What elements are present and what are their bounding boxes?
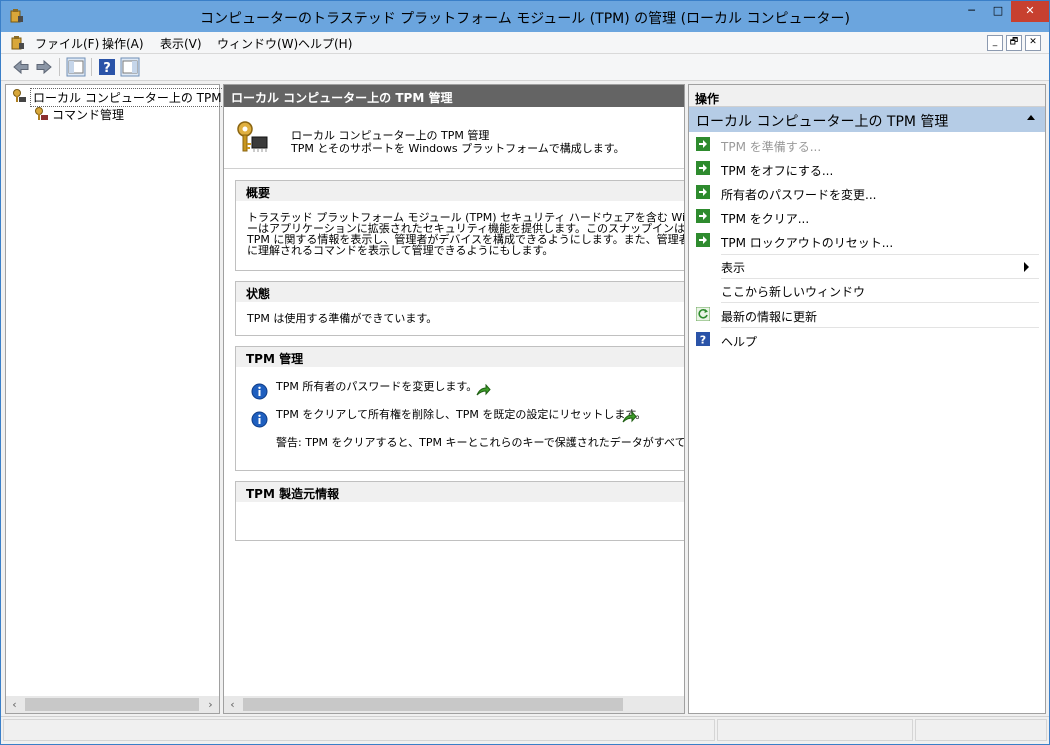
actions-pane: 操作 ローカル コンピューター上の TPM 管理 TPM を準備する... TP… bbox=[688, 84, 1046, 714]
action-help[interactable]: ? ヘルプ bbox=[689, 328, 1039, 352]
action-refresh[interactable]: 最新の情報に更新 bbox=[689, 303, 1039, 327]
action-label: TPM をオフにする... bbox=[721, 164, 834, 178]
action-arrow-icon bbox=[696, 185, 710, 199]
menu-bar: ファイル(F) 操作(A) 表示(V) ウィンドウ(W) ヘルプ(H) _ 🗗 … bbox=[1, 32, 1049, 54]
scroll-right-arrow[interactable]: › bbox=[202, 696, 219, 713]
toolbar: ? bbox=[1, 54, 1049, 81]
clear-tpm-text: TPM をクリアして所有権を削除し、TPM を既定の設定にリセットします。 bbox=[276, 408, 647, 421]
info-icon bbox=[251, 383, 268, 400]
action-label: 最新の情報に更新 bbox=[721, 310, 818, 324]
command-management-icon bbox=[35, 107, 48, 120]
action-arrow-icon bbox=[696, 161, 710, 175]
back-icon[interactable] bbox=[11, 57, 31, 77]
tpm-management-section: TPM 管理 TPM 所有者のパスワードを変更します。 TPM をクリアして所有… bbox=[235, 346, 685, 471]
tpm-key-chip-icon bbox=[237, 121, 268, 152]
actions-title: 操作 bbox=[689, 85, 1045, 107]
action-label: 所有者のパスワードを変更... bbox=[721, 188, 877, 202]
scroll-thumb[interactable] bbox=[25, 698, 199, 711]
toolbar-separator bbox=[91, 58, 92, 76]
action-label: ここから新しいウィンドウ bbox=[721, 285, 866, 299]
submenu-arrow-icon bbox=[1024, 262, 1029, 272]
menu-view[interactable]: 表示(V) bbox=[160, 35, 202, 52]
help-icon: ? bbox=[696, 332, 710, 346]
mdi-restore-button[interactable]: 🗗 bbox=[1006, 35, 1022, 51]
intro-description: TPM とそのサポートを Windows プラットフォームで構成します。 bbox=[291, 142, 625, 155]
clear-tpm-link-icon[interactable] bbox=[622, 411, 637, 424]
minimize-button[interactable]: ─ bbox=[958, 1, 985, 22]
change-password-text: TPM 所有者のパスワードを変更します。 bbox=[276, 380, 478, 393]
system-menu-icon[interactable] bbox=[10, 35, 26, 51]
scroll-left-arrow[interactable]: ‹ bbox=[224, 696, 241, 713]
action-label: TPM を準備する... bbox=[721, 140, 822, 154]
action-prepare-tpm: TPM を準備する... bbox=[689, 133, 1039, 157]
maximize-button[interactable]: □ bbox=[985, 1, 1011, 22]
actions-group-header[interactable]: ローカル コンピューター上の TPM 管理 bbox=[689, 107, 1045, 132]
action-reset-lockout[interactable]: TPM ロックアウトのリセット... bbox=[689, 229, 1039, 253]
info-icon bbox=[251, 411, 268, 428]
section-heading: TPM 管理 bbox=[236, 347, 684, 367]
result-horizontal-scrollbar[interactable]: ‹ bbox=[224, 696, 684, 713]
section-heading: 状態 bbox=[236, 282, 684, 302]
tree-label: ローカル コンピューター上の TPM 管理 bbox=[30, 88, 253, 107]
collapse-caret-icon[interactable] bbox=[1027, 115, 1035, 120]
action-label: TPM をクリア... bbox=[721, 212, 810, 226]
action-label: TPM ロックアウトのリセット... bbox=[721, 236, 894, 250]
action-arrow-icon bbox=[696, 209, 710, 223]
intro-panel: ローカル コンピューター上の TPM 管理 TPM とそのサポートを Windo… bbox=[224, 107, 684, 169]
svg-text:?: ? bbox=[103, 61, 111, 76]
toolbar-separator bbox=[59, 58, 60, 76]
window-title: コンピューターのトラステッド プラットフォーム モジュール (TPM) の管理 … bbox=[200, 11, 850, 27]
change-password-link-icon[interactable] bbox=[476, 384, 491, 397]
close-button[interactable]: ✕ bbox=[1011, 1, 1049, 22]
mdi-minimize-button[interactable]: _ bbox=[987, 35, 1003, 51]
action-new-window[interactable]: ここから新しいウィンドウ bbox=[689, 278, 1039, 302]
status-cell bbox=[3, 719, 715, 741]
status-cell bbox=[717, 719, 913, 741]
section-heading: 概要 bbox=[236, 181, 684, 201]
mdi-close-button[interactable]: ✕ bbox=[1025, 35, 1041, 51]
show-hide-tree-icon[interactable] bbox=[66, 57, 86, 77]
status-cell bbox=[915, 719, 1047, 741]
menu-file[interactable]: ファイル(F) bbox=[35, 35, 99, 52]
actions-group-label: ローカル コンピューター上の TPM 管理 bbox=[696, 114, 949, 130]
console-tree-pane: ローカル コンピューター上の TPM 管理 コマンド管理 ‹ › bbox=[5, 84, 253, 714]
action-clear-tpm[interactable]: TPM をクリア... bbox=[689, 205, 1039, 229]
action-arrow-icon bbox=[696, 137, 710, 151]
menu-window[interactable]: ウィンドウ(W) bbox=[217, 35, 298, 52]
tree-horizontal-scrollbar[interactable]: ‹ › bbox=[6, 696, 219, 713]
status-section: 状態 TPM は使用する準備ができています。 bbox=[235, 281, 684, 336]
menu-help[interactable]: ヘルプ(H) bbox=[298, 35, 352, 52]
tree-label: コマンド管理 bbox=[52, 108, 125, 122]
help-icon[interactable]: ? bbox=[97, 57, 117, 77]
section-heading: TPM 製造元情報 bbox=[236, 482, 684, 502]
title-bar[interactable]: コンピューターのトラステッド プラットフォーム モジュール (TPM) の管理 … bbox=[1, 1, 1049, 32]
result-pane-header: ローカル コンピューター上の TPM 管理 bbox=[224, 85, 684, 107]
overview-section: 概要 トラステッド プラットフォーム モジュール (TPM) セキュリティ ハー… bbox=[235, 180, 684, 271]
action-arrow-icon bbox=[696, 233, 710, 247]
app-window: コンピューターのトラステッド プラットフォーム モジュール (TPM) の管理 … bbox=[0, 0, 1050, 745]
action-label: ヘルプ bbox=[721, 335, 758, 349]
forward-icon[interactable] bbox=[34, 57, 54, 77]
menu-action[interactable]: 操作(A) bbox=[102, 35, 144, 52]
action-turn-off-tpm[interactable]: TPM をオフにする... bbox=[689, 157, 1039, 181]
action-label: 表示 bbox=[721, 261, 746, 275]
action-view[interactable]: 表示 bbox=[689, 254, 1039, 278]
scroll-left-arrow[interactable]: ‹ bbox=[6, 696, 23, 713]
svg-text:?: ? bbox=[700, 334, 706, 347]
result-pane: ローカル コンピューター上の TPM 管理 ローカル コンピューター上の TPM… bbox=[223, 84, 685, 714]
tpm-icon bbox=[13, 89, 26, 102]
action-change-owner-password[interactable]: 所有者のパスワードを変更... bbox=[689, 181, 1039, 205]
status-text: TPM は使用する準備ができています。 bbox=[247, 312, 438, 325]
manufacturer-section: TPM 製造元情報 bbox=[235, 481, 684, 541]
scroll-thumb[interactable] bbox=[243, 698, 623, 711]
status-bar bbox=[1, 716, 1049, 744]
refresh-icon bbox=[696, 307, 710, 321]
clear-tpm-warning: 警告: TPM をクリアすると、TPM キーとこれらのキーで保護されたデータがす… bbox=[276, 436, 685, 449]
show-hide-action-pane-icon[interactable] bbox=[120, 57, 140, 77]
overview-text-line: に理解されるコマンドを表示して管理できるようにもします。 bbox=[247, 244, 554, 257]
